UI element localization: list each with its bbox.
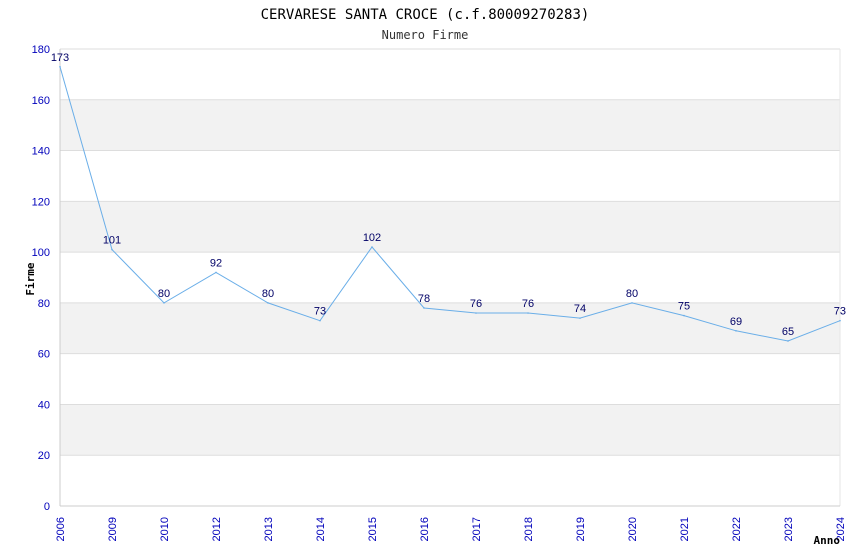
x-tick-label: 2017 xyxy=(471,517,483,541)
data-point xyxy=(59,65,61,68)
data-point xyxy=(111,248,113,251)
data-label: 74 xyxy=(574,303,586,315)
background-bands xyxy=(60,99,840,456)
y-axis-label: Firme xyxy=(24,262,37,295)
x-tick-label: 2012 xyxy=(211,517,223,541)
x-tick-label: 2015 xyxy=(367,517,379,541)
x-tick-label: 2013 xyxy=(263,517,275,541)
x-tick-label: 2020 xyxy=(627,517,639,541)
data-point xyxy=(683,314,685,317)
data-point xyxy=(319,319,321,322)
data-label: 69 xyxy=(730,316,742,328)
data-point xyxy=(787,340,789,342)
y-tick-label: 120 xyxy=(32,196,50,208)
data-point xyxy=(735,330,737,332)
data-label: 92 xyxy=(210,257,222,269)
x-tick-label: 2006 xyxy=(55,517,67,541)
x-tick-label: 2014 xyxy=(315,517,327,541)
y-tick-label: 100 xyxy=(32,247,50,259)
x-tick-label: 2010 xyxy=(159,517,171,541)
x-axis-label: Anno xyxy=(814,534,841,547)
data-point xyxy=(267,302,269,304)
data-label: 78 xyxy=(418,293,430,305)
grid-band xyxy=(60,201,840,253)
data-label: 80 xyxy=(626,288,638,300)
x-tick-label: 2019 xyxy=(575,517,587,541)
data-label: 73 xyxy=(834,306,846,318)
data-labels: 173 101 80 92 80 73 102 78 76 76 74 80 75 69 65 73 xyxy=(51,52,846,338)
y-tick-label: 140 xyxy=(32,146,50,158)
data-label: 76 xyxy=(522,298,534,310)
data-label: 80 xyxy=(262,288,274,300)
line-chart: 0 20 40 60 80 100 120 140 160 180 2006 2009 2010 201… xyxy=(24,7,847,547)
data-label: 102 xyxy=(363,232,381,244)
y-tick-label: 0 xyxy=(44,501,50,513)
y-tick-label: 20 xyxy=(38,450,50,462)
x-tick-label: 2016 xyxy=(419,517,431,541)
data-point xyxy=(527,312,529,314)
x-tick-label: 2022 xyxy=(731,517,743,541)
x-tick-label: 2023 xyxy=(783,517,795,541)
x-tick-label: 2018 xyxy=(523,517,535,541)
data-label: 73 xyxy=(314,306,326,318)
data-point xyxy=(423,307,425,309)
data-point xyxy=(163,302,165,304)
data-label: 80 xyxy=(158,288,170,300)
data-point xyxy=(631,302,633,304)
data-label: 101 xyxy=(103,235,121,247)
chart-title: CERVARESE SANTA CROCE (c.f.80009270283) xyxy=(261,7,590,23)
data-point xyxy=(371,246,373,248)
grid-band xyxy=(60,99,840,151)
data-point xyxy=(579,317,581,319)
x-tick-labels: 2006 2009 2010 2012 2013 2014 2015 2016 2017 2018… xyxy=(55,517,847,541)
data-label: 173 xyxy=(51,52,69,64)
data-label: 75 xyxy=(678,301,690,313)
chart-subtitle: Numero Firme xyxy=(382,28,469,42)
data-point xyxy=(215,271,217,274)
grid-band xyxy=(60,404,840,456)
data-label: 76 xyxy=(470,298,482,310)
y-tick-label: 40 xyxy=(38,399,50,411)
y-tick-label: 60 xyxy=(38,349,50,361)
y-tick-label: 80 xyxy=(38,298,50,310)
x-tick-label: 2009 xyxy=(107,517,119,541)
x-tick-label: 2021 xyxy=(679,517,691,541)
y-tick-label: 180 xyxy=(32,44,50,56)
data-point xyxy=(475,312,477,314)
y-tick-label: 160 xyxy=(32,95,50,107)
data-point xyxy=(839,319,841,322)
data-label: 65 xyxy=(782,326,794,338)
